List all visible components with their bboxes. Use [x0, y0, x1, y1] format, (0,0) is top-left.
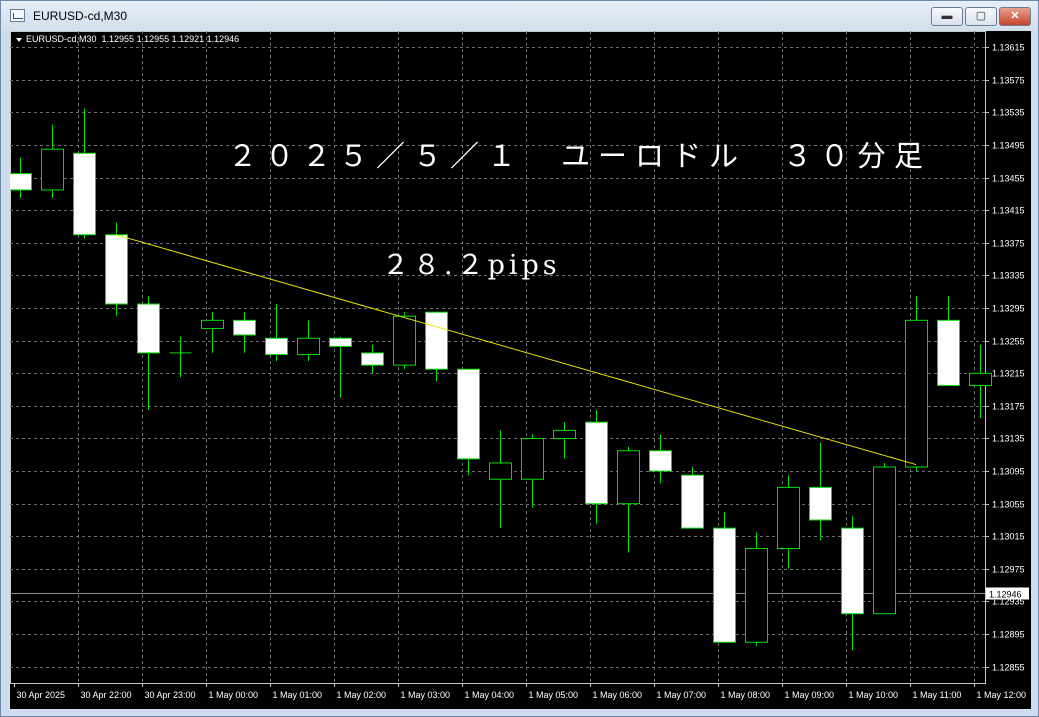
collapse-triangle-icon[interactable] — [16, 37, 22, 42]
candle-body-bear — [73, 152, 96, 236]
candle-body-bull — [969, 372, 992, 387]
y-tick-label: 1.13495 — [992, 141, 1025, 151]
y-tick-label: 1.13135 — [992, 434, 1025, 444]
x-tick-label: 1 May 00:00 — [209, 690, 259, 700]
y-tick-label: 1.13175 — [992, 402, 1025, 412]
y-tick-label: 1.12975 — [992, 565, 1025, 575]
x-tick-label: 1 May 11:00 — [913, 690, 962, 700]
candle-body-bear — [809, 486, 832, 521]
candle-body-bear — [425, 311, 448, 370]
candle-body-bear — [713, 527, 736, 643]
candle-body-bull — [521, 438, 544, 480]
chart-annotation-title[interactable]: ２０２５／５／１ ユーロドル ３０分足 — [228, 133, 931, 175]
y-tick-label: 1.13375 — [992, 239, 1025, 249]
candle-body-bear — [105, 234, 128, 305]
candle-body-bear — [841, 527, 864, 615]
y-tick-label: 1.13575 — [992, 76, 1025, 86]
chart-window-icon — [10, 9, 25, 22]
y-tick-label: 1.13015 — [992, 532, 1025, 542]
candle-body-bear — [137, 303, 160, 354]
candle-body-bear — [10, 173, 32, 191]
candle-body-bull — [489, 462, 512, 480]
x-tick-label: 30 Apr 2025 — [17, 690, 66, 700]
x-tick-label: 1 May 07:00 — [657, 690, 707, 700]
maximize-button[interactable]: ▢ — [965, 7, 997, 26]
candle-body-bear — [329, 337, 352, 347]
x-tick-label: 1 May 03:00 — [401, 690, 451, 700]
price-chart[interactable]: 1.13615 1.13575 1.13535 1.13495 1.13455 1.134… — [10, 31, 1031, 709]
x-tick-label: 1 May 01:00 — [273, 690, 323, 700]
x-tick-label: 1 May 10:00 — [849, 690, 899, 700]
x-tick-label: 30 Apr 22:00 — [81, 690, 132, 700]
y-tick-label: 1.13615 — [992, 43, 1025, 53]
candle-body-bull — [297, 337, 320, 356]
candle-body-bear — [361, 352, 384, 366]
candle-body-bear — [681, 474, 704, 529]
chart-info-line: EURUSD-cd,M30 1.12955 1.12955 1.12921 1.… — [16, 34, 239, 44]
close-button[interactable]: ✕ — [999, 7, 1031, 26]
x-tick-label: 1 May 09:00 — [785, 690, 835, 700]
x-tick-label: 1 May 08:00 — [721, 690, 771, 700]
candle-body-bull — [873, 466, 896, 615]
y-tick-label: 1.13455 — [992, 174, 1025, 184]
candle-body-bear — [457, 368, 480, 460]
plot-frame — [10, 31, 986, 684]
window-title: EURUSD-cd,M30 — [33, 9, 128, 23]
x-tick-label: 30 Apr 23:00 — [145, 690, 196, 700]
candle-body-bear — [649, 450, 672, 472]
y-tick-label: 1.13095 — [992, 467, 1025, 477]
y-tick-label: 1.13295 — [992, 304, 1025, 314]
candle-body-bull — [905, 319, 928, 468]
candle-body-bull — [553, 429, 576, 440]
y-tick-label: 1.12895 — [992, 630, 1025, 640]
x-tick-label: 1 May 06:00 — [593, 690, 643, 700]
candle-body-bull — [393, 315, 416, 366]
y-tick-label: 1.13335 — [992, 271, 1025, 281]
x-tick-label: 1 May 04:00 — [465, 690, 515, 700]
candle-body-bull — [745, 548, 768, 643]
mt4-chart-window: EURUSD-cd,M30 ▬ ▢ ✕ 1.13615 1.13575 1.1353… — [0, 0, 1039, 717]
title-bar[interactable]: EURUSD-cd,M30 ▬ ▢ ✕ — [1, 1, 1038, 31]
x-tick-label: 1 May 12:00 — [977, 690, 1027, 700]
candle-body-bull — [777, 486, 800, 550]
y-tick-label: 1.13215 — [992, 369, 1025, 379]
candle-body-bull — [201, 319, 224, 329]
candle-body-bear — [585, 421, 608, 505]
current-price-label: 1.12946 — [989, 590, 1022, 600]
symbol-timeframe: EURUSD-cd,M30 — [26, 34, 97, 44]
ohlc-values: 1.12955 1.12955 1.12921 1.12946 — [101, 34, 240, 44]
y-tick-label: 1.13255 — [992, 337, 1025, 347]
x-tick-label: 1 May 02:00 — [337, 690, 387, 700]
candle-body-bull — [617, 450, 640, 505]
minimize-button[interactable]: ▬ — [931, 7, 963, 26]
y-tick-label: 1.13415 — [992, 206, 1025, 216]
x-tick-label: 1 May 05:00 — [529, 690, 579, 700]
y-tick-label: 1.13055 — [992, 500, 1025, 510]
candle-body-bear — [937, 319, 960, 387]
chart-annotation-pips[interactable]: ２８.２pips — [382, 243, 561, 282]
y-tick-label: 1.13535 — [992, 108, 1025, 118]
candle-body-bear — [233, 319, 256, 336]
candle-body-bear — [265, 337, 288, 356]
candle-body-bull — [41, 148, 64, 191]
y-tick-label: 1.12855 — [992, 663, 1025, 673]
